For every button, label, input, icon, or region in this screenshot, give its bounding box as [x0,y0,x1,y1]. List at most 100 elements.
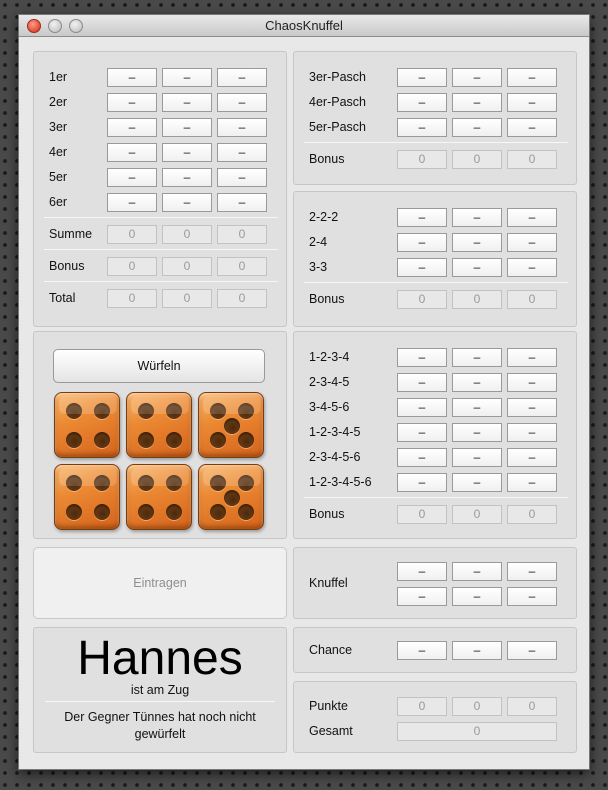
cell-2-2-2-p1[interactable]: – [397,208,447,227]
cell-1-2-3-4-5-6-p2[interactable]: – [452,473,502,492]
die-pip [94,403,110,419]
cell-2-4-p3[interactable]: – [507,233,557,252]
cell-2-4-p1[interactable]: – [397,233,447,252]
die-6[interactable] [198,464,264,530]
cell-2-3-4-5-p1[interactable]: – [397,373,447,392]
divider [304,497,568,498]
row-label-4er-pasch: 4er-Pasch [309,95,366,109]
cell-3-3-p3[interactable]: – [507,258,557,277]
cell-knuffel-p3-a[interactable]: – [507,562,557,581]
cell-2er-p3[interactable]: – [217,93,267,112]
cell-2-3-4-5-p3[interactable]: – [507,373,557,392]
knuffel-label: Knuffel [309,576,348,590]
app-window: ChaosKnuffel 1er – – – 2er – – – 3er – –… [18,14,590,770]
cell-2er-p2[interactable]: – [162,93,212,112]
die-pip [94,475,110,491]
die-pip [66,475,82,491]
die-pip [238,432,254,448]
row-label-3-4-5-6: 3-4-5-6 [309,400,350,414]
cell-3-4-5-6-p1[interactable]: – [397,398,447,417]
row-label-2er: 2er [49,95,68,109]
cell-4er-p3[interactable]: – [217,143,267,162]
straights-panel: 1-2-3-4 – – – 2-3-4-5 – – – 3-4-5-6 – – … [293,331,577,539]
cell-3er-p1[interactable]: – [107,118,157,137]
cell-2-3-4-5-6-p2[interactable]: – [452,448,502,467]
cell-1-2-3-4-5-6-p3[interactable]: – [507,473,557,492]
cell-knuffel-p3-b[interactable]: – [507,587,557,606]
cell-5er-pasch-p1[interactable]: – [397,118,447,137]
cell-3er-p3[interactable]: – [217,118,267,137]
cell-5er-p3[interactable]: – [217,168,267,187]
cell-chance-p3[interactable]: – [507,641,557,660]
row-label-6er: 6er [49,195,68,209]
cell-3-4-5-6-p3[interactable]: – [507,398,557,417]
player-name: Hannes [77,632,243,685]
cell-5er-pasch-p2[interactable]: – [452,118,502,137]
roll-dice-button[interactable]: Würfeln [53,349,265,383]
row-label-1er: 1er [49,70,68,84]
cell-3er-pasch-p3[interactable]: – [507,68,557,87]
cell-3er-p2[interactable]: – [162,118,212,137]
pasch-bonus-p1: 0 [397,150,447,169]
cell-1-2-3-4-5-p2[interactable]: – [452,423,502,442]
cell-3-3-p1[interactable]: – [397,258,447,277]
cell-2-3-4-5-6-p1[interactable]: – [397,448,447,467]
cell-4er-pasch-p2[interactable]: – [452,93,502,112]
cell-2-4-p2[interactable]: – [452,233,502,252]
cell-knuffel-p2-b[interactable]: – [452,587,502,606]
turn-indicator: ist am Zug [130,683,190,697]
cell-4er-p1[interactable]: – [107,143,157,162]
cell-1-2-3-4-p3[interactable]: – [507,348,557,367]
die-5[interactable] [126,464,192,530]
punkte-label: Punkte [309,699,348,713]
cell-1er-p3[interactable]: – [217,68,267,87]
chance-panel: Chance – – – [293,627,577,673]
die-3[interactable] [198,392,264,458]
pasch-panel: 3er-Pasch – – – 4er-Pasch – – – 5er-Pasc… [293,51,577,185]
cell-2er-p1[interactable]: – [107,93,157,112]
points-panel: Punkte 0 0 0 Gesamt 0 [293,681,577,753]
cell-3-4-5-6-p2[interactable]: – [452,398,502,417]
cell-5er-p1[interactable]: – [107,168,157,187]
die-2[interactable] [126,392,192,458]
divider [44,217,278,218]
cell-knuffel-p2-a[interactable]: – [452,562,502,581]
cell-3er-pasch-p2[interactable]: – [452,68,502,87]
die-pip [166,504,182,520]
die-pip [224,418,240,434]
cell-2-3-4-5-6-p3[interactable]: – [507,448,557,467]
enter-score-button[interactable]: Eintragen [33,547,287,619]
cell-2-3-4-5-p2[interactable]: – [452,373,502,392]
cell-4er-p2[interactable]: – [162,143,212,162]
cell-chance-p1[interactable]: – [397,641,447,660]
die-pip [238,403,254,419]
cell-2-2-2-p3[interactable]: – [507,208,557,227]
cell-3-3-p2[interactable]: – [452,258,502,277]
cell-1er-p2[interactable]: – [162,68,212,87]
cell-1-2-3-4-5-6-p1[interactable]: – [397,473,447,492]
cell-knuffel-p1-a[interactable]: – [397,562,447,581]
cell-2-2-2-p2[interactable]: – [452,208,502,227]
die-pip [94,432,110,448]
cell-1-2-3-4-p2[interactable]: – [452,348,502,367]
cell-6er-p1[interactable]: – [107,193,157,212]
cell-1-2-3-4-p1[interactable]: – [397,348,447,367]
cell-knuffel-p1-b[interactable]: – [397,587,447,606]
cell-chance-p2[interactable]: – [452,641,502,660]
cell-6er-p3[interactable]: – [217,193,267,212]
die-pip [238,504,254,520]
cell-3er-pasch-p1[interactable]: – [397,68,447,87]
cell-4er-pasch-p3[interactable]: – [507,93,557,112]
cell-1er-p1[interactable]: – [107,68,157,87]
cell-1-2-3-4-5-p3[interactable]: – [507,423,557,442]
pairs-bonus-label: Bonus [309,292,345,306]
total-p1: 0 [107,289,157,308]
cell-5er-p2[interactable]: – [162,168,212,187]
die-1[interactable] [54,392,120,458]
cell-5er-pasch-p3[interactable]: – [507,118,557,137]
cell-6er-p2[interactable]: – [162,193,212,212]
die-4[interactable] [54,464,120,530]
cell-4er-pasch-p1[interactable]: – [397,93,447,112]
row-label-5er: 5er [49,170,68,184]
cell-1-2-3-4-5-p1[interactable]: – [397,423,447,442]
